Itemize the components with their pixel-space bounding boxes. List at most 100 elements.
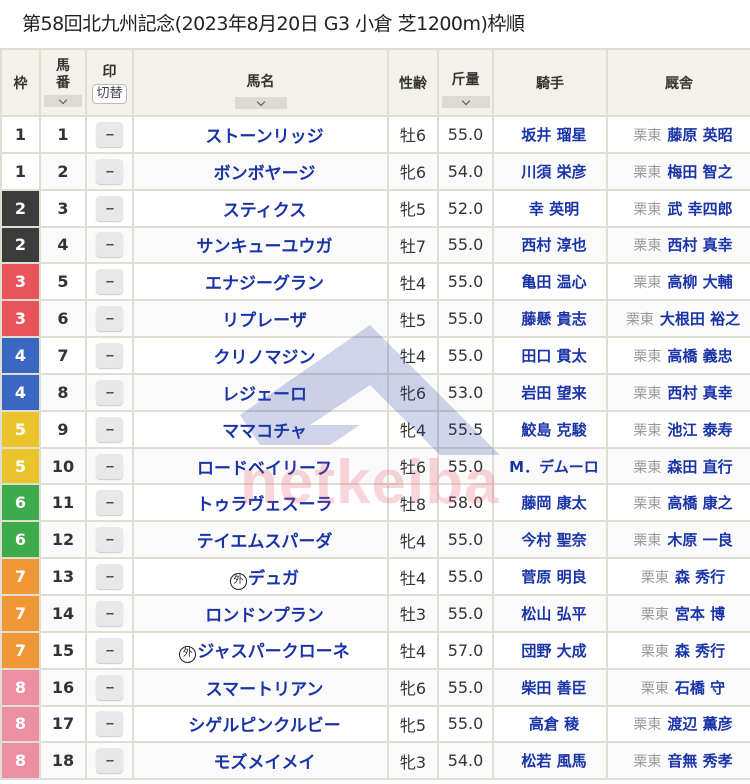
jockey-link[interactable]: 岩田 望来 — [521, 384, 586, 402]
horse-name-link[interactable]: ボンボヤージ — [214, 164, 316, 184]
trainer-link[interactable]: 石橋 守 — [675, 679, 725, 697]
jockey-link[interactable]: M．デムーロ — [509, 458, 599, 476]
trainer-link[interactable]: 森 秀行 — [675, 642, 725, 660]
jockey-link[interactable]: 松山 弘平 — [521, 605, 586, 623]
jockey-link[interactable]: 坂井 瑠星 — [521, 126, 586, 144]
horse-name-link[interactable]: スティクス — [223, 201, 306, 221]
horse-number: 18 — [39, 741, 87, 781]
mark-select-button[interactable]: -- — [96, 600, 123, 626]
mark-select-button[interactable]: -- — [96, 674, 123, 700]
trainer-cell: 栗東 石橋 守 — [606, 667, 750, 707]
mark-select-button[interactable]: -- — [96, 453, 123, 479]
waku-number: 8 — [0, 704, 41, 744]
mark-select-button[interactable]: -- — [96, 711, 123, 737]
mark-cell: -- — [85, 704, 134, 744]
sex-age: 牡3 — [387, 593, 439, 633]
horse-name-link[interactable]: スマートリアン — [206, 680, 324, 700]
trainer-link[interactable]: 池江 泰寿 — [667, 421, 732, 439]
horse-name-link[interactable]: サンキューユウガ — [197, 237, 333, 257]
mark-select-button[interactable]: -- — [96, 232, 123, 258]
horse-name-link[interactable]: トゥラヴェスーラ — [197, 495, 333, 515]
jockey-link[interactable]: 田口 貫太 — [521, 347, 586, 365]
horse-name-link[interactable]: デュガ — [248, 569, 299, 589]
trainer-region: 栗東 — [633, 275, 662, 292]
sort-horse-name-chevron-down-icon[interactable] — [234, 96, 287, 109]
mark-select-button[interactable]: -- — [96, 306, 123, 332]
jockey-link[interactable]: 亀田 温心 — [521, 273, 586, 291]
jockey-link[interactable]: 藤岡 康太 — [521, 494, 586, 512]
mark-select-button[interactable]: -- — [96, 195, 123, 221]
trainer-link[interactable]: 森 秀行 — [675, 568, 725, 586]
horse-name-cell: ロンドンプラン — [132, 593, 389, 633]
horse-name-cell: シゲルピンクルビー — [132, 704, 389, 744]
horse-name-link[interactable]: エナジーグラン — [205, 274, 324, 294]
jockey-link[interactable]: 鮫島 克駿 — [521, 421, 586, 439]
trainer-link[interactable]: 梅田 智之 — [667, 163, 732, 181]
trainer-link[interactable]: 宮本 博 — [675, 605, 725, 623]
horse-name-link[interactable]: ジャスパークローネ — [197, 642, 349, 662]
jockey-link[interactable]: 柴田 善臣 — [521, 679, 586, 697]
trainer-link[interactable]: 森田 直行 — [667, 458, 732, 476]
sex-age: 牝6 — [387, 372, 439, 412]
trainer-link[interactable]: 音無 秀孝 — [667, 752, 732, 770]
jockey-link[interactable]: 幸 英明 — [529, 200, 579, 218]
sort-umaban-chevron-down-icon[interactable] — [44, 95, 82, 107]
trainer-link[interactable]: 西村 真幸 — [667, 384, 732, 402]
jockey-link[interactable]: 今村 聖奈 — [521, 531, 586, 549]
mark-select-button[interactable]: -- — [96, 490, 123, 516]
horse-name-link[interactable]: ロードベイリーフ — [197, 459, 332, 479]
mark-toggle-button[interactable]: 切替 — [92, 84, 127, 104]
trainer-link[interactable]: 高橋 義忠 — [667, 347, 732, 365]
horse-number: 10 — [39, 446, 87, 486]
trainer-link[interactable]: 木原 一良 — [667, 531, 732, 549]
horse-name-link[interactable]: リプレーザ — [222, 311, 307, 331]
trainer-link[interactable]: 渡辺 薫彦 — [667, 715, 732, 733]
horse-name-link[interactable]: ママコチャ — [222, 422, 307, 442]
waku-number: 2 — [0, 188, 41, 228]
waku-number: 7 — [0, 557, 41, 596]
mark-select-button[interactable]: -- — [96, 748, 123, 774]
trainer-link[interactable]: 高柳 大輔 — [667, 273, 732, 291]
trainer-region: 栗東 — [633, 385, 662, 402]
jockey-link[interactable]: 川須 栄彦 — [521, 163, 586, 181]
mark-cell: -- — [85, 262, 134, 302]
table-row: 5 10 -- ロードベイリーフ 牡6 55.0 M．デムーロ 栗東 森田 直行 — [0, 446, 750, 486]
mark-select-button[interactable]: -- — [96, 637, 123, 663]
mark-cell: -- — [85, 520, 134, 560]
header-horse-name-label: 馬名 — [246, 73, 275, 90]
horse-name-link[interactable]: ストーンリッジ — [205, 127, 323, 147]
sex-age: 牝5 — [387, 188, 439, 228]
trainer-link[interactable]: 藤原 英昭 — [667, 126, 732, 144]
mark-cell: -- — [85, 299, 134, 339]
mark-select-button[interactable]: -- — [96, 121, 123, 147]
carried-weight: 55.5 — [437, 409, 494, 449]
horse-name-link[interactable]: クリノマジン — [214, 348, 316, 368]
table-row: 2 3 -- スティクス 牝5 52.0 幸 英明 栗東武 幸四郎 — [0, 188, 750, 228]
mark-select-button[interactable]: -- — [96, 158, 123, 184]
jockey-link[interactable]: 西村 淳也 — [521, 236, 586, 254]
sort-weight-chevron-down-icon[interactable] — [441, 96, 490, 108]
trainer-link[interactable]: 武 幸四郎 — [667, 200, 732, 218]
horse-name-link[interactable]: レジェーロ — [222, 385, 307, 405]
horse-name-link[interactable]: テイエムスパーダ — [197, 532, 333, 552]
mark-select-button[interactable]: -- — [96, 269, 123, 295]
jockey-link[interactable]: 高倉 稜 — [529, 715, 579, 733]
mark-select-button[interactable]: -- — [96, 342, 123, 368]
horse-name-link[interactable]: ロンドンプラン — [205, 606, 324, 626]
jockey-link[interactable]: 藤懸 貴志 — [521, 310, 586, 328]
mark-select-button[interactable]: -- — [96, 564, 123, 590]
trainer-link[interactable]: 西村 真幸 — [667, 236, 732, 254]
jockey-link[interactable]: 団野 大成 — [521, 642, 586, 660]
sex-age: 牡8 — [387, 483, 439, 523]
horse-name-link[interactable]: モズメイメイ — [214, 753, 316, 773]
mark-select-button[interactable]: -- — [96, 527, 123, 553]
jockey-cell: 西村 淳也 — [492, 225, 608, 265]
jockey-link[interactable]: 菅原 明良 — [521, 568, 586, 586]
mark-select-button[interactable]: -- — [96, 416, 123, 442]
jockey-link[interactable]: 松若 風馬 — [521, 752, 586, 770]
trainer-link[interactable]: 高橋 康之 — [667, 494, 732, 512]
mark-select-button[interactable]: -- — [96, 379, 123, 405]
trainer-link[interactable]: 大根田 裕之 — [660, 310, 740, 328]
horse-name-link[interactable]: シゲルピンクルビー — [188, 716, 341, 736]
carried-weight: 55.0 — [437, 225, 494, 265]
